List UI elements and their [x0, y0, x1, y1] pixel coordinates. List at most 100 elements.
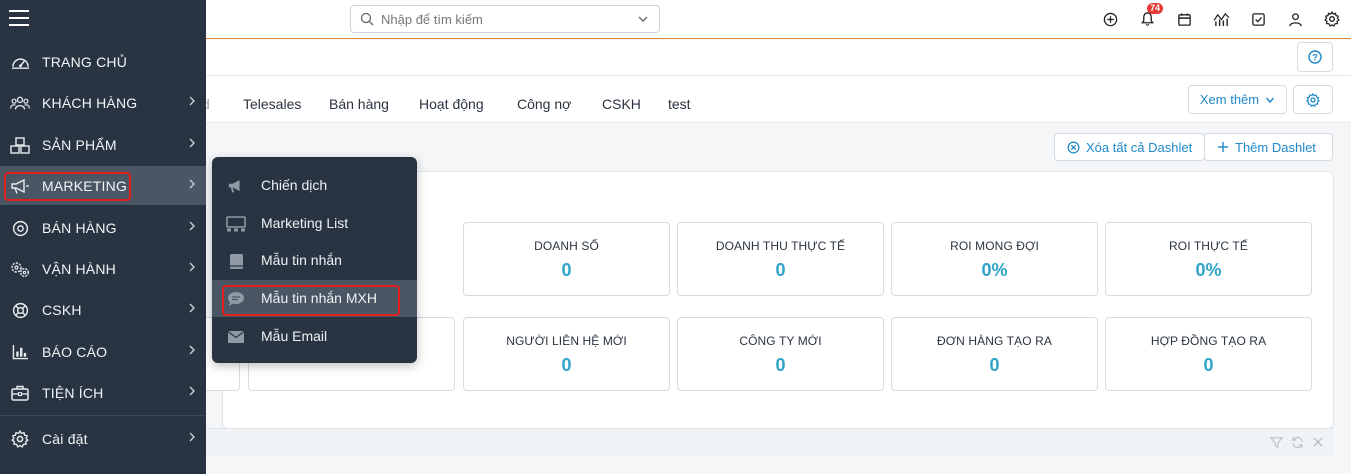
- sidebar-item-label: TRANG CHỦ: [42, 53, 128, 70]
- kpi-value: 0: [989, 355, 1000, 375]
- filter-icon[interactable]: [1270, 436, 1283, 449]
- refresh-icon[interactable]: [1291, 436, 1304, 449]
- sidebar-item-san-pham[interactable]: SẢN PHẨM: [0, 125, 206, 164]
- search-icon: [360, 12, 374, 26]
- kpi-card-roi-thuc-te: ROI THỰC TẾ 0%: [1105, 222, 1312, 296]
- marketing-submenu: Chiến dịch Marketing List Mẫu tin nhắn M…: [212, 157, 417, 363]
- submenu-item-chien-dich[interactable]: Chiến dịch: [212, 167, 417, 204]
- sidebar-item-cskh[interactable]: CSKH: [0, 290, 206, 329]
- sidebar-item-label: TIỆN ÍCH: [42, 384, 104, 401]
- submenu-item-label: Chiến dịch: [261, 177, 328, 193]
- tab-test[interactable]: test: [668, 96, 691, 112]
- next-dashlet-header: [206, 428, 1334, 456]
- target-icon: [10, 218, 30, 238]
- gear-icon: [1306, 92, 1320, 107]
- kpi-card-roi-mong-doi: ROI MONG ĐỢI 0%: [891, 222, 1098, 296]
- kpi-value: 0: [1203, 355, 1214, 375]
- settings-gear-icon[interactable]: [1323, 9, 1341, 29]
- calendar-icon[interactable]: [1175, 9, 1193, 29]
- tab-ban-hang[interactable]: Bán hàng: [329, 96, 389, 112]
- kpi-label: NGƯỜI LIÊN HỆ MỚI: [506, 334, 627, 348]
- svg-text:?: ?: [1312, 52, 1318, 62]
- kpi-card-cong-ty: CÔNG TY MỚI 0: [677, 317, 884, 391]
- chevron-right-icon: [189, 386, 195, 396]
- marketing-highlight-box: [4, 172, 131, 201]
- kpi-value: 0: [775, 355, 786, 375]
- lifebuoy-icon: [10, 300, 30, 320]
- cogs-icon: [10, 259, 30, 279]
- chevron-right-icon: [189, 96, 195, 106]
- tab-cskh[interactable]: CSKH: [602, 96, 641, 112]
- clear-dashlets-button[interactable]: Xóa tất cả Dashlet: [1054, 133, 1206, 161]
- sidebar-item-label: Cài đặt: [42, 430, 88, 447]
- task-check-icon[interactable]: [1249, 9, 1267, 29]
- hamburger-menu-icon[interactable]: [9, 9, 29, 27]
- tab-telesales[interactable]: Telesales: [243, 96, 301, 112]
- sidebar-item-tien-ich[interactable]: TIỆN ÍCH: [0, 373, 206, 412]
- submenu-item-label: Mẫu Email: [261, 328, 328, 344]
- user-icon[interactable]: [1286, 9, 1304, 29]
- kpi-label: HỢP ĐỒNG TẠO RA: [1150, 334, 1267, 348]
- kpi-label: ROI MONG ĐỢI: [950, 239, 1039, 253]
- kpi-label: ĐƠN HÀNG TẠO RA: [937, 334, 1052, 348]
- chevron-down-icon[interactable]: [637, 13, 649, 25]
- notification-badge: 74: [1147, 3, 1164, 14]
- kpi-value: 0: [775, 260, 786, 280]
- submenu-item-label: Marketing List: [261, 215, 349, 231]
- submenu-item-marketing-list[interactable]: Marketing List: [212, 205, 417, 242]
- close-circle-icon: [1067, 141, 1080, 153]
- submenu-item-mau-tin-nhan[interactable]: Mẫu tin nhắn: [212, 242, 417, 279]
- search-box[interactable]: [350, 5, 660, 33]
- tab-hoat-dong[interactable]: Hoạt động: [419, 96, 484, 112]
- kpi-label: DOANH THU THỰC TẾ: [715, 239, 846, 253]
- submenu-item-mau-email[interactable]: Mẫu Email: [212, 318, 417, 355]
- submenu-item-label: Mẫu tin nhắn: [261, 252, 342, 268]
- help-icon: ?: [1308, 50, 1322, 64]
- sidebar-item-bao-cao[interactable]: BÁO CÁO: [0, 332, 206, 371]
- top-icons: 74: [1101, 3, 1341, 29]
- toolbox-icon: [10, 383, 30, 403]
- sidebar-item-trang-chu[interactable]: TRANG CHỦ: [0, 42, 206, 81]
- sidebar-item-label: CSKH: [42, 301, 82, 318]
- chevron-right-icon: [189, 303, 195, 313]
- kpi-card-doanh-so: DOANH SỐ 0: [463, 222, 670, 296]
- sidebar-item-label: VẬN HÀNH: [42, 260, 116, 277]
- sidebar-item-label: SẢN PHẨM: [42, 136, 117, 153]
- kpi-value: 0%: [981, 260, 1008, 280]
- sidebar-item-cai-dat[interactable]: Cài đặt: [0, 419, 206, 458]
- sidebar-item-khach-hang[interactable]: KHÁCH HÀNG: [0, 83, 206, 122]
- chart-icon: [10, 342, 30, 362]
- chevron-right-icon: [189, 432, 195, 442]
- chevron-right-icon: [189, 345, 195, 355]
- chevron-down-icon: [1266, 97, 1275, 103]
- sidebar-item-ban-hang[interactable]: BÁN HÀNG: [0, 208, 206, 247]
- xem-them-label: Xem thêm: [1199, 92, 1260, 107]
- chevron-right-icon: [189, 221, 195, 231]
- dashboard-icon: [10, 52, 30, 72]
- sidebar-item-label: BÁO CÁO: [42, 343, 108, 360]
- xem-them-button[interactable]: Xem thêm: [1188, 85, 1287, 114]
- kpi-value: 0: [561, 260, 572, 280]
- tab-cong-no[interactable]: Công nợ: [517, 96, 571, 112]
- bell-icon[interactable]: 74: [1138, 3, 1164, 29]
- products-icon: [10, 135, 30, 155]
- help-button[interactable]: ?: [1297, 42, 1333, 72]
- search-input[interactable]: [381, 9, 631, 29]
- mail-icon: [226, 328, 246, 346]
- add-dashlet-button[interactable]: Thêm Dashlet: [1204, 133, 1333, 161]
- tab-settings-button[interactable]: [1293, 85, 1333, 114]
- kpi-value: 0: [561, 355, 572, 375]
- sidebar-item-van-hanh[interactable]: VẬN HÀNH: [0, 249, 206, 288]
- customers-icon: [10, 93, 30, 113]
- add-dashlet-label: Thêm Dashlet: [1235, 139, 1316, 155]
- close-icon[interactable]: [1312, 436, 1324, 448]
- kpi-value: 0%: [1195, 260, 1222, 280]
- sidebar-item-label: BÁN HÀNG: [42, 219, 117, 236]
- megaphone-icon: [226, 177, 246, 195]
- kpi-label: DOANH SỐ: [534, 239, 599, 253]
- add-circle-icon[interactable]: [1101, 9, 1119, 29]
- stats-icon[interactable]: [1212, 9, 1230, 29]
- gear-icon: [10, 429, 30, 449]
- chevron-right-icon: [189, 262, 195, 272]
- kpi-card-hop-dong: HỢP ĐỒNG TẠO RA 0: [1105, 317, 1312, 391]
